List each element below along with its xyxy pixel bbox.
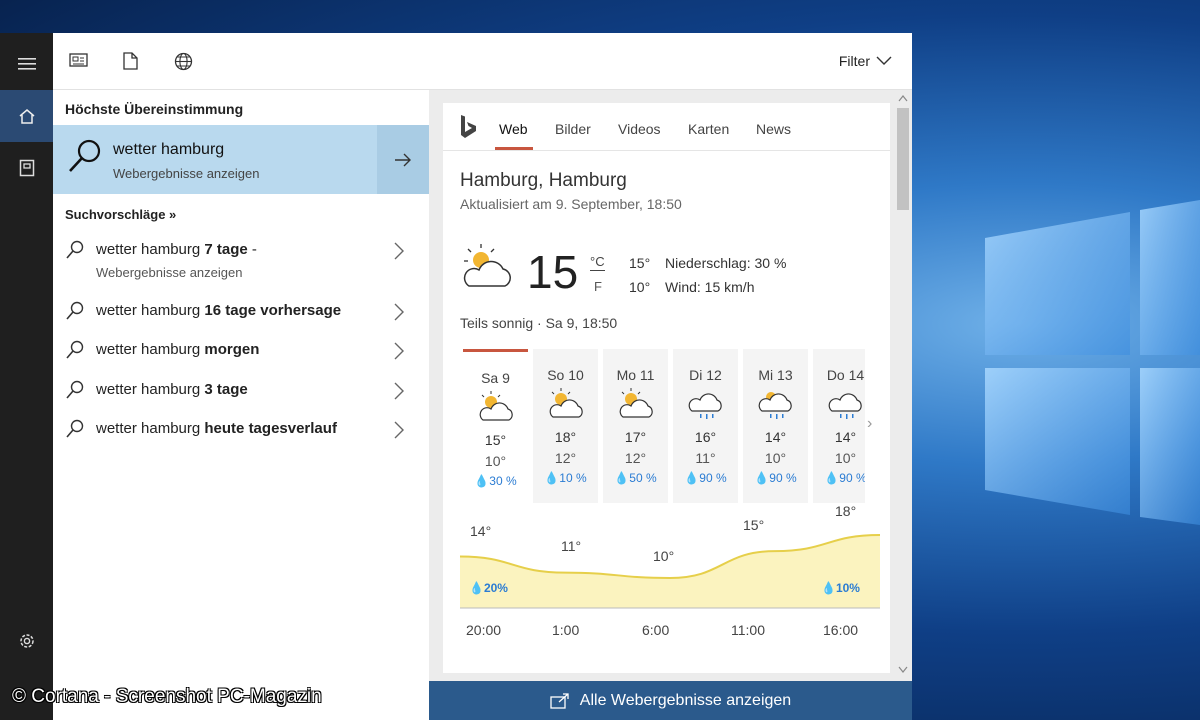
hourly-temp-label: 15°	[743, 517, 765, 533]
search-icon	[66, 240, 84, 259]
open-arrow-button[interactable]	[377, 125, 429, 194]
scroll-down-icon[interactable]	[898, 666, 908, 674]
arrow-right-icon	[395, 153, 411, 166]
top-bar: Filter	[53, 33, 912, 90]
suggestion-text: wetter hamburg 7 tage -	[96, 241, 257, 258]
suggestion-text: wetter hamburg morgen	[96, 341, 260, 358]
search-icon	[69, 139, 101, 172]
preview-pane: Web Bilder Videos Karten News Hamburg, H…	[429, 90, 912, 720]
hamburger-menu-icon[interactable]	[0, 38, 53, 90]
hourly-time-label: 1:00	[552, 622, 580, 638]
chevron-right-icon	[394, 421, 404, 439]
suggestion-item[interactable]: wetter hamburg 16 tage vorhersage	[53, 294, 429, 330]
suggestions-heading: Suchvorschläge »	[65, 207, 177, 222]
hourly-precip-label: 💧20%	[469, 581, 508, 595]
hourly-time-label: 11:00	[731, 622, 765, 638]
left-rail	[0, 33, 53, 720]
best-match-item[interactable]: wetter hamburg Webergebnisse anzeigen	[53, 125, 429, 194]
hourly-time-label: 16:00	[823, 622, 859, 638]
scrollbar[interactable]	[894, 90, 912, 720]
open-external-icon	[550, 692, 569, 709]
hourly-temp-label: 14°	[470, 523, 492, 539]
suggestion-text: wetter hamburg 3 tage	[96, 381, 248, 398]
best-match-title: wetter hamburg	[113, 141, 225, 158]
cortana-panel: Filter Höchste Übereinstimmung wetter ha…	[53, 33, 912, 720]
results-list: Höchste Übereinstimmung wetter hamburg W…	[53, 90, 429, 720]
all-web-results-button[interactable]: Alle Webergebnisse anzeigen	[429, 681, 912, 720]
scroll-up-icon[interactable]	[898, 94, 908, 102]
hourly-temp-label: 18°	[835, 503, 857, 519]
suggestion-text: wetter hamburg 16 tage vorhersage	[96, 302, 342, 319]
chevron-right-icon	[394, 342, 404, 360]
settings-icon[interactable]	[0, 615, 53, 667]
hourly-time-label: 6:00	[642, 622, 670, 638]
suggestion-text: wetter hamburg heute tagesverlauf	[96, 420, 337, 437]
hourly-temp-label: 10°	[653, 548, 675, 564]
suggestion-subtitle: Webergebnisse anzeigen	[96, 265, 243, 280]
hourly-temp-label: 11°	[561, 538, 582, 554]
hourly-precip-label: 💧10%	[821, 581, 860, 595]
suggestion-item[interactable]: wetter hamburg heute tagesverlauf	[53, 412, 429, 448]
suggestion-item[interactable]: wetter hamburg 7 tage - Webergebnisse an…	[53, 233, 429, 280]
chevron-down-icon	[876, 56, 892, 65]
all-web-results-label: Alle Webergebnisse anzeigen	[579, 691, 792, 709]
globe-icon[interactable]	[174, 52, 193, 76]
best-match-heading: Höchste Übereinstimmung	[65, 101, 244, 117]
search-icon	[66, 419, 84, 438]
search-icon	[66, 380, 84, 399]
search-icon	[66, 301, 84, 320]
search-icon	[66, 340, 84, 359]
best-match-main[interactable]: wetter hamburg Webergebnisse anzeigen	[53, 125, 375, 194]
chevron-right-icon	[394, 303, 404, 321]
document-icon[interactable]	[122, 52, 138, 75]
weather-card: Web Bilder Videos Karten News Hamburg, H…	[443, 103, 890, 673]
chevron-right-icon	[394, 242, 404, 260]
filter-dropdown[interactable]: Filter	[839, 53, 892, 69]
hourly-time-label: 20:00	[466, 622, 502, 638]
scroll-thumb[interactable]	[897, 108, 909, 210]
notebook-icon[interactable]	[0, 142, 53, 194]
home-icon[interactable]	[0, 90, 53, 142]
watermark: © Cortana - Screenshot PC-Magazin	[12, 686, 322, 707]
chevron-right-icon	[394, 382, 404, 400]
suggestion-item[interactable]: wetter hamburg morgen	[53, 333, 429, 369]
best-match-subtitle: Webergebnisse anzeigen	[113, 166, 260, 181]
news-icon[interactable]	[69, 52, 88, 73]
suggestion-item[interactable]: wetter hamburg 3 tage	[53, 373, 429, 409]
filter-label: Filter	[838, 53, 870, 69]
